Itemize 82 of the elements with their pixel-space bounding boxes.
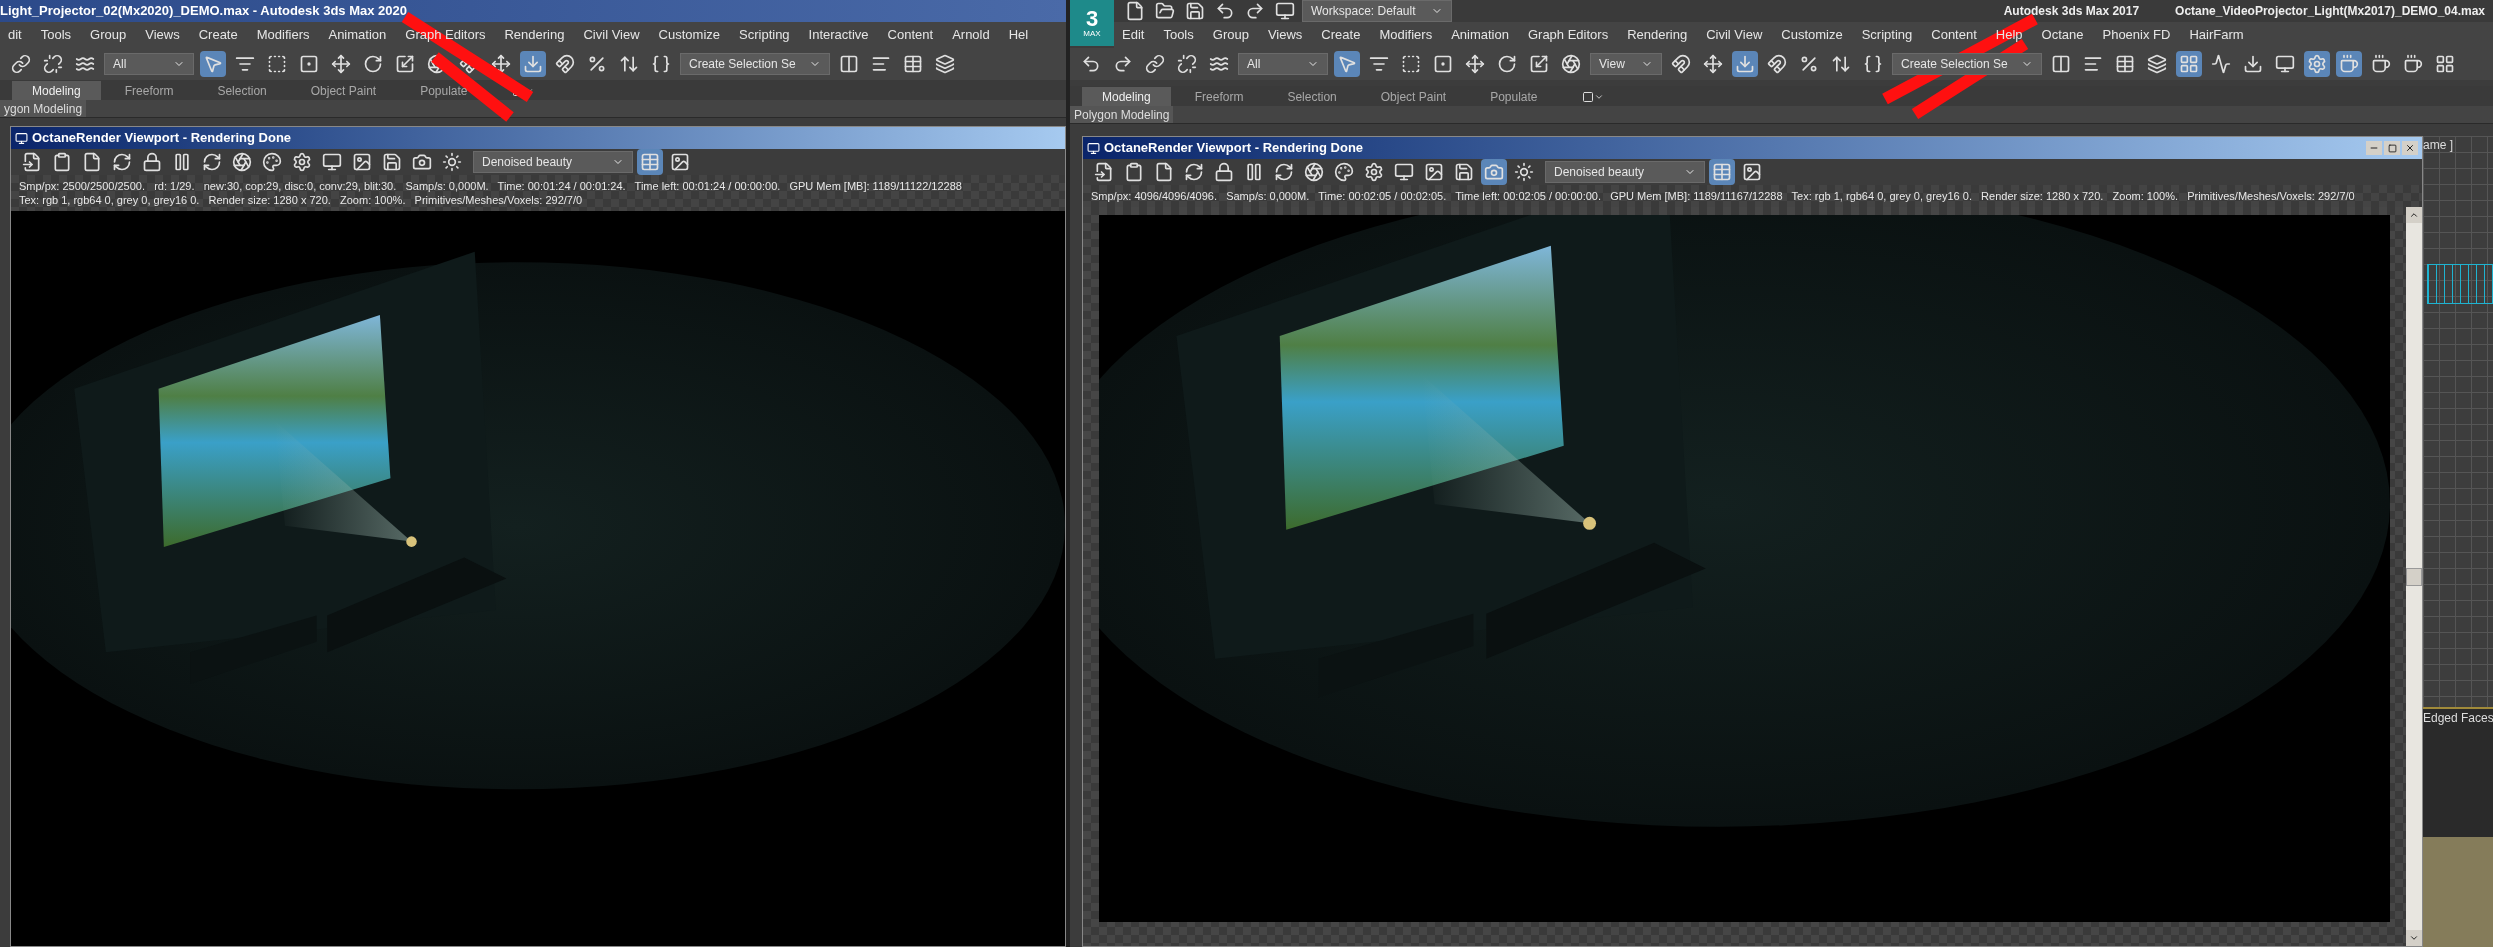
selection-filter-dropdown[interactable]: All — [104, 53, 194, 75]
select-icon[interactable] — [1334, 51, 1360, 77]
menu-item[interactable]: Interactive — [808, 25, 869, 45]
wireframe-object — [2427, 264, 2493, 304]
menu-item[interactable]: Group — [1212, 25, 1249, 45]
render-status-line: Tex: rgb 1, rgb64 0, grey 0, grey16 0. Render size: 1280 x 720. Zoom: 100%. Primitives/Meshes/Voxels: 292/7/0 — [19, 193, 584, 207]
app-logo[interactable]: 3 MAX — [1070, 0, 1114, 46]
menu-item[interactable]: Rendering — [504, 25, 565, 45]
ribbon-tab[interactable]: Object Paint — [1360, 87, 1467, 106]
close-button[interactable] — [2402, 141, 2418, 155]
maximize-button[interactable] — [2384, 141, 2400, 155]
menu-item[interactable]: Animation — [328, 25, 387, 45]
menu-item[interactable]: Scripting — [1861, 25, 1913, 45]
menu-item[interactable]: Arnold — [952, 25, 990, 45]
ribbon-tab[interactable]: Populate — [1470, 87, 1558, 106]
close-icon — [2405, 143, 2415, 153]
scrollbar[interactable] — [2406, 207, 2422, 946]
material-editor-icon[interactable] — [2304, 51, 2330, 77]
teapot-icon[interactable] — [2336, 51, 2362, 77]
render-pass-dropdown[interactable]: Denoised beauty — [473, 151, 633, 173]
menu-item[interactable]: Civil View — [583, 25, 640, 45]
maximize-icon — [2387, 143, 2397, 153]
menu-item[interactable]: Rendering — [1627, 25, 1688, 45]
menu-item[interactable]: Modifiers — [256, 25, 310, 45]
menu-item[interactable]: Octane — [2041, 25, 2084, 45]
ribbon-tab[interactable]: Object Paint — [290, 81, 397, 100]
panel-label[interactable]: ygon Modeling — [0, 100, 87, 117]
table-icon[interactable] — [637, 149, 663, 175]
menu-item[interactable]: Tools — [40, 25, 72, 45]
menu-item[interactable]: Tools — [1163, 25, 1194, 45]
window-title: Octane_VideoProjector_Light(Mx2017)_DEMO_04.max — [2175, 3, 2485, 20]
render-status-line: Smp/px: 2500/2500/2500. rd: 1/29. new:30, cop:29, disc:0, conv:29, blit:30. Samp/s: 0,000M. Time: 00:01:24 / 00:01:24. Time left: 00:01:24 / 00:00:00. GPU Mem [MB]: 1189/11122/12288 — [19, 179, 963, 193]
menu-item[interactable]: Hel — [1008, 25, 1029, 45]
menu-item[interactable]: Civil View — [1706, 25, 1763, 45]
menu-item[interactable]: Phoenix FD — [2102, 25, 2171, 45]
camera-icon[interactable] — [1481, 159, 1507, 185]
menu-item[interactable]: Customize — [1781, 25, 1843, 45]
menu-item[interactable]: Graph Editors — [1527, 25, 1609, 45]
keyboard-override-icon[interactable] — [520, 51, 546, 77]
menu-item[interactable]: Content — [887, 25, 934, 45]
ribbon-tab[interactable]: Selection — [197, 81, 287, 100]
named-selection-dropdown[interactable]: Create Selection Se — [680, 53, 830, 75]
ribbon-tab[interactable]: Freeform — [1174, 87, 1264, 106]
ribbon-tab[interactable]: Freeform — [104, 81, 194, 100]
shading-label[interactable]: Edged Faces — [2423, 709, 2493, 727]
ribbon-tab[interactable]: Selection — [1267, 87, 1357, 106]
ribbon-tab[interactable]: Modeling — [12, 81, 101, 100]
scroll-thumb[interactable] — [2406, 567, 2422, 586]
named-selection-dropdown[interactable]: Create Selection Se — [1892, 53, 2042, 75]
ribbon-tab[interactable]: Modeling — [1082, 87, 1171, 106]
window-title: Light_Projector_02(Mx2020)_DEMO.max - Autodesk 3ds Max 2020 — [0, 2, 407, 21]
menu-item[interactable]: Views — [1267, 25, 1303, 45]
workspace-dropdown[interactable]: Workspace: Default — [1302, 0, 1452, 22]
selection-filter-dropdown[interactable]: All — [1238, 53, 1328, 75]
render-status-line: Smp/px: 4096/4096/4096. Samp/s: 0,000M. Time: 00:02:05 / 00:02:05. Time left: 00:02:05 / 00:00:00. GPU Mem [MB]: 1189/11167/12288 Tex: rgb 1, rgb64 0, grey 0, grey16 0. Render size: 1280 x 720. Zoom: 100%. Primitives/Meshes/Voxels: 292/7/0 — [1091, 189, 2356, 203]
ribbon-tab[interactable]: Populate — [400, 81, 488, 100]
menu-item[interactable]: Modifiers — [1379, 25, 1433, 45]
menu-item[interactable]: HairFarm — [2189, 25, 2244, 45]
menu-item[interactable]: Customize — [658, 25, 720, 45]
menu-item[interactable]: Edit — [1122, 25, 1145, 45]
ribbon-icon[interactable] — [2176, 51, 2202, 77]
render-pass-dropdown[interactable]: Denoised beauty — [1545, 161, 1705, 183]
menu-item[interactable]: Group — [90, 25, 127, 45]
window-icon — [15, 131, 28, 145]
menu-item[interactable]: Content — [1931, 25, 1977, 45]
reference-coordinate-dropdown[interactable]: View — [1590, 53, 1662, 75]
minimize-button[interactable] — [2366, 141, 2382, 155]
select-icon[interactable] — [200, 51, 226, 77]
viewport-label[interactable]: ame ] — [2423, 136, 2493, 154]
table-icon[interactable] — [1709, 159, 1735, 185]
keyboard-override-icon[interactable] — [1732, 51, 1758, 77]
menu-item[interactable]: Views — [145, 25, 180, 45]
panel-label[interactable]: Polygon Modeling — [1070, 106, 1174, 123]
menu-item[interactable]: Create — [1321, 25, 1361, 45]
window-icon — [1087, 141, 1100, 155]
viewport-title: OctaneRender Viewport - Rendering Done — [1104, 139, 1364, 158]
viewport-title: OctaneRender Viewport - Rendering Done — [32, 129, 292, 148]
menu-item[interactable]: Animation — [1451, 25, 1509, 45]
menu-item[interactable]: Create — [198, 25, 238, 45]
menu-item[interactable]: dit — [8, 25, 22, 45]
app-name: Autodesk 3ds Max 2017 — [2003, 3, 2140, 20]
menu-item[interactable]: Scripting — [739, 25, 790, 45]
